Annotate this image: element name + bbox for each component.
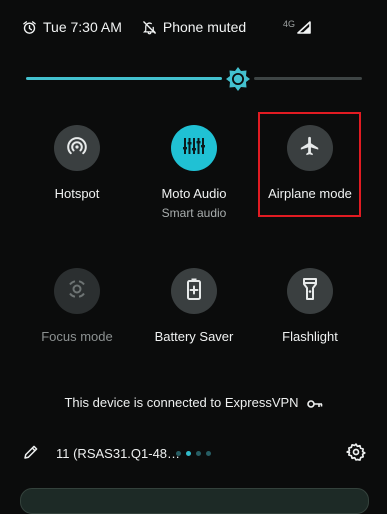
tile-label-hotspot: Hotspot: [54, 186, 100, 201]
hotspot-button[interactable]: [54, 125, 100, 171]
brightness-slider[interactable]: [26, 66, 362, 92]
tile-label-battery-saver: Battery Saver: [154, 329, 234, 344]
flashlight-icon: [299, 277, 321, 306]
hotspot-icon: [65, 134, 89, 163]
flashlight-button[interactable]: [287, 268, 333, 314]
clock-text: Tue 7:30 AM: [43, 19, 122, 35]
signal-icon: [297, 21, 311, 39]
status-left: Tue 7:30 AM Phone muted: [22, 19, 246, 35]
battery-saver-tile[interactable]: Battery Saver: [136, 268, 252, 345]
vpn-text: This device is connected to ExpressVPN: [64, 395, 299, 410]
settings-icon[interactable]: [346, 442, 366, 467]
focus-mode-button[interactable]: [54, 268, 100, 314]
focus-mode-tile[interactable]: Focus mode: [19, 268, 135, 345]
tile-label-flashlight: Flashlight: [282, 329, 338, 344]
hotspot-tile[interactable]: Hotspot: [19, 125, 135, 202]
flashlight-tile[interactable]: Flashlight: [252, 268, 368, 345]
edit-icon[interactable]: [22, 443, 40, 466]
brightness-thumb[interactable]: [225, 66, 251, 92]
build-number[interactable]: 11 (RSAS31.Q1-48…: [56, 446, 180, 461]
network-type-text: 4G: [283, 19, 296, 29]
battery-saver-icon: [183, 277, 205, 306]
tile-label-moto-audio: Moto Audio: [161, 186, 227, 201]
brightness-track: [254, 77, 362, 80]
focus-mode-icon: [65, 277, 89, 306]
airplane-mode-highlight: [258, 112, 361, 217]
mute-icon: [142, 20, 157, 35]
tile-sublabel-moto-audio: Smart audio: [161, 206, 227, 220]
tile-label-focus-mode: Focus mode: [41, 329, 113, 344]
network-status: 4G: [283, 18, 315, 36]
page-indicator: [176, 451, 216, 456]
status-bar: Tue 7:30 AM Phone muted 4G: [0, 0, 387, 58]
page-dot: [186, 451, 191, 456]
notification-peek[interactable]: [20, 488, 369, 514]
moto-audio-button[interactable]: [171, 125, 217, 171]
mute-status-text: Phone muted: [162, 19, 247, 35]
vpn-notice[interactable]: This device is connected to ExpressVPN: [0, 395, 387, 410]
key-icon: [299, 395, 323, 410]
battery-saver-button[interactable]: [171, 268, 217, 314]
moto-audio-tile[interactable]: Moto Audio Smart audio: [136, 125, 252, 220]
brightness-fill: [26, 77, 222, 80]
equalizer-icon: [181, 133, 207, 164]
page-dot: [206, 451, 211, 456]
page-dot: [176, 451, 181, 456]
quick-settings-footer: 11 (RSAS31.Q1-48…: [0, 438, 387, 468]
brightness-icon: [226, 67, 250, 91]
alarm-icon: [22, 20, 37, 35]
page-dot: [196, 451, 201, 456]
